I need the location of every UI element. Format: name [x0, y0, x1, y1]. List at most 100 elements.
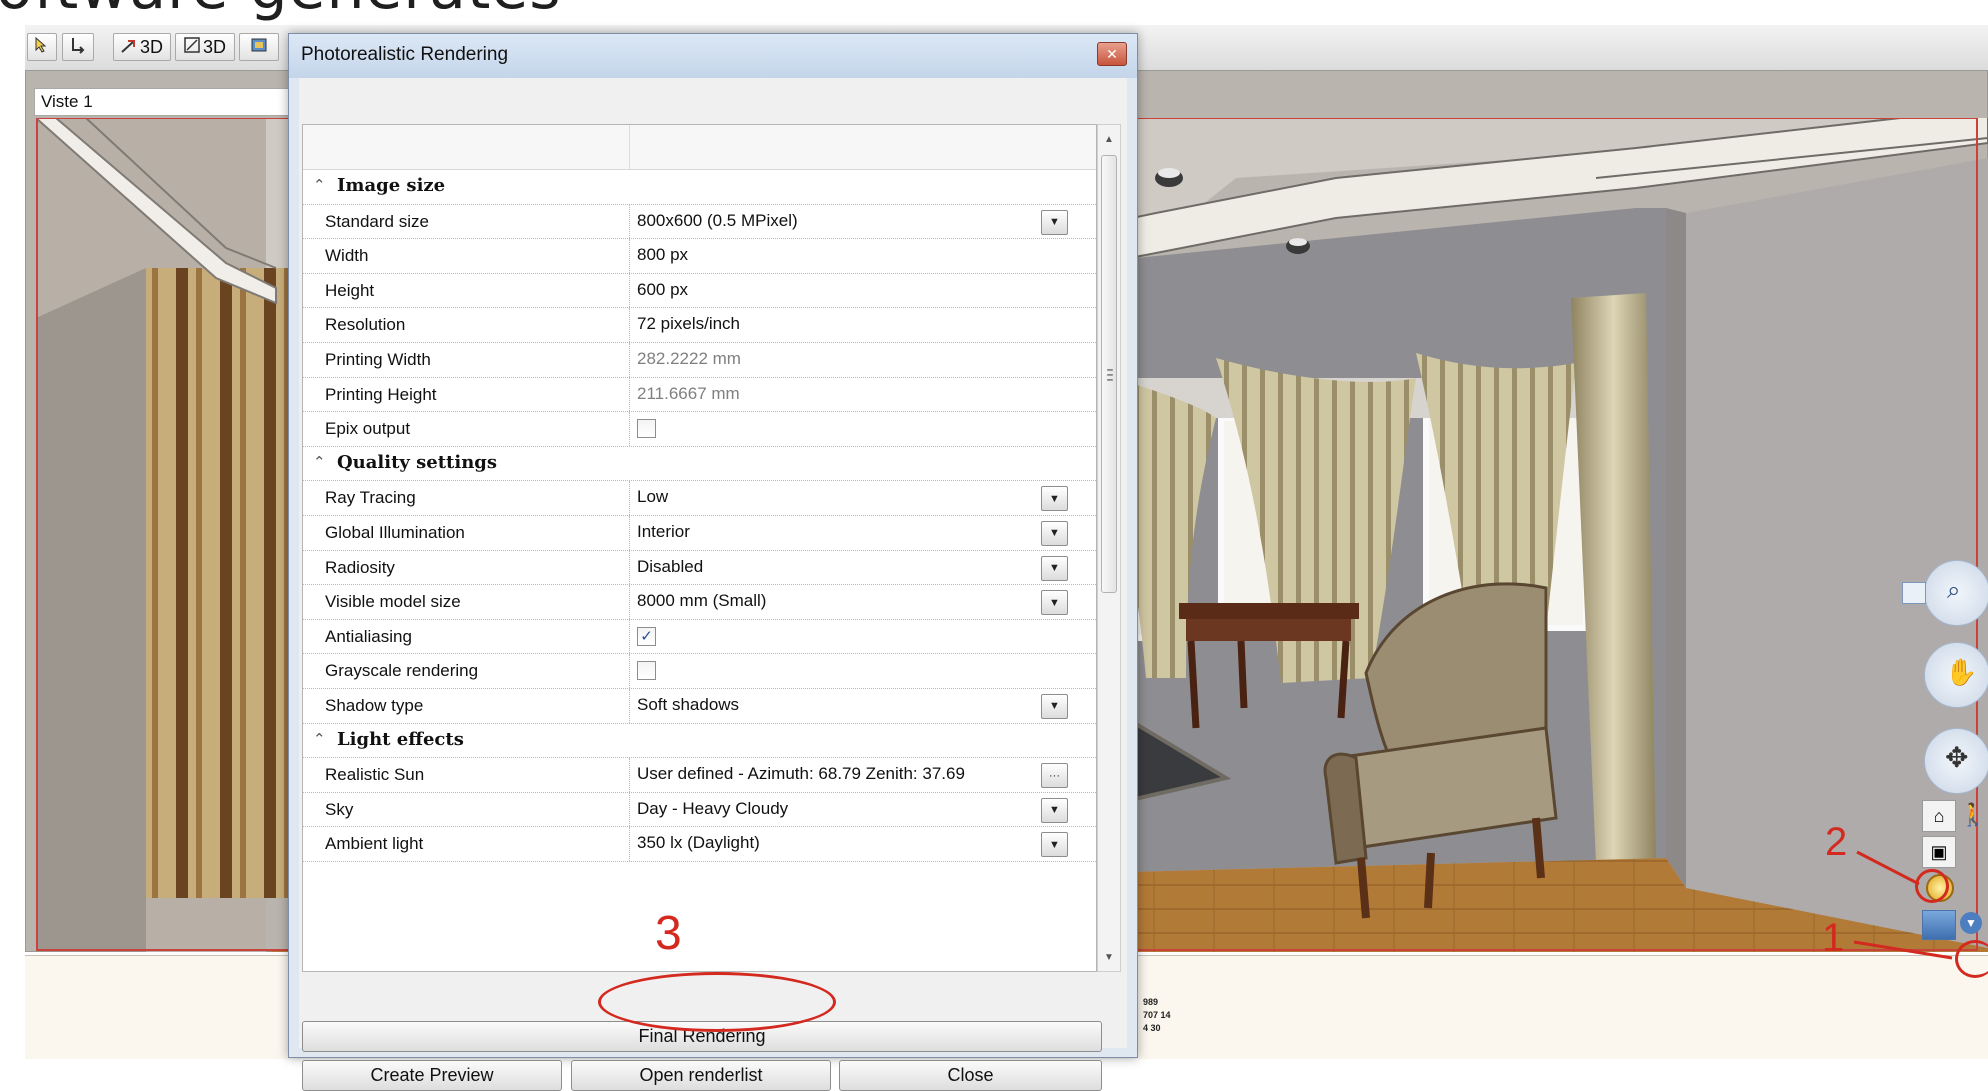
- dialog-titlebar[interactable]: Photorealistic Rendering ✕: [289, 34, 1137, 78]
- property-name: Shadow type: [325, 695, 424, 715]
- property-value[interactable]: Low: [637, 487, 668, 507]
- plan-label: 707 14: [1143, 1010, 1171, 1020]
- chevron-down-icon: ▼: [1049, 562, 1060, 575]
- hand-icon: ✋: [1945, 657, 1978, 687]
- property-value[interactable]: 800 px: [637, 245, 688, 265]
- property-value[interactable]: Soft shadows: [637, 695, 739, 715]
- elevation-icon: [69, 36, 87, 59]
- property-row: Ambient light 350 lx (Daylight) ▼: [303, 827, 1096, 862]
- property-name: Height: [325, 280, 375, 300]
- slide-title: oftware generates: [0, 0, 562, 18]
- plan-label: 989: [1143, 997, 1159, 1007]
- render-settings-button[interactable]: [239, 33, 279, 61]
- chevron-down-icon: ▼: [1049, 596, 1060, 609]
- select-arrow-button[interactable]: [27, 33, 57, 61]
- dropdown-button[interactable]: ▼: [1041, 486, 1068, 512]
- property-row: Antialiasing ✓: [303, 619, 1096, 655]
- property-name: Standard size: [325, 211, 429, 231]
- collapse-chevron-icon[interactable]: ⌃: [313, 730, 326, 748]
- dialog-close-button[interactable]: ✕: [1097, 42, 1127, 66]
- ellipsis-icon: ···: [1049, 769, 1060, 782]
- 3d-box-button[interactable]: 3D: [175, 33, 235, 61]
- dropdown-button[interactable]: ▼: [1041, 590, 1068, 616]
- dialog-title: Photorealistic Rendering: [301, 44, 509, 65]
- view-tab[interactable]: Viste 1: [34, 88, 314, 116]
- pan-wheel[interactable]: ✋: [1924, 642, 1988, 708]
- property-row: Printing Height 211.6667 mm: [303, 377, 1096, 413]
- property-name: Global Illumination: [325, 522, 465, 542]
- property-row: Epix output: [303, 412, 1096, 447]
- property-value: 282.2222 mm: [637, 348, 741, 368]
- section-header[interactable]: ⌃ Quality settings: [303, 446, 1096, 482]
- close-icon: ✕: [1106, 45, 1118, 62]
- property-value[interactable]: Disabled: [637, 557, 703, 577]
- image-icon: [250, 36, 268, 59]
- property-value[interactable]: 600 px: [637, 280, 688, 300]
- walk-icon: 🚶: [1959, 802, 1987, 827]
- section-header[interactable]: ⌃ Light effects: [303, 723, 1096, 759]
- open-renderlist-button[interactable]: Open renderlist: [571, 1060, 831, 1091]
- property-value[interactable]: Day - Heavy Cloudy: [637, 799, 788, 819]
- property-name: Resolution: [325, 315, 406, 335]
- property-row: Visible model size 8000 mm (Small) ▼: [303, 585, 1096, 620]
- collapse-chevron-icon[interactable]: ⌃: [313, 453, 326, 471]
- 3d-arrow-icon: [121, 37, 137, 58]
- annotation-number-2: 2: [1825, 820, 1848, 864]
- property-name: Epix output: [325, 419, 411, 439]
- property-checkbox[interactable]: ✓: [637, 626, 656, 646]
- chevron-up-icon: ▲: [1104, 133, 1114, 145]
- scroll-down-button[interactable]: ▼: [1098, 945, 1120, 969]
- scrollbar-thumb[interactable]: ━ ━ ━: [1101, 155, 1117, 593]
- property-row: Printing Width 282.2222 mm: [303, 342, 1096, 378]
- property-name: Width: [325, 246, 369, 266]
- render-window-button[interactable]: [1922, 910, 1956, 940]
- zoom-extents-button[interactable]: [1902, 582, 1926, 604]
- elevation-button[interactable]: [62, 33, 94, 61]
- 3d-view-button[interactable]: 3D: [113, 33, 171, 61]
- chevron-down-icon: ▼: [1049, 527, 1060, 540]
- property-checkbox[interactable]: [637, 661, 656, 681]
- property-value[interactable]: User defined - Azimuth: 68.79 Zenith: 37…: [637, 764, 965, 784]
- create-preview-button[interactable]: Create Preview: [302, 1060, 562, 1091]
- close-button[interactable]: Close: [839, 1060, 1102, 1091]
- zoom-wheel[interactable]: ⌕: [1924, 560, 1988, 626]
- select-arrow-icon: [33, 36, 51, 59]
- property-name: Antialiasing: [325, 626, 412, 646]
- property-value[interactable]: 72 pixels/inch: [637, 314, 740, 334]
- property-checkbox[interactable]: [637, 419, 656, 439]
- section-title: Light effects: [337, 728, 464, 750]
- property-value[interactable]: 8000 mm (Small): [637, 591, 766, 611]
- plan-dimension-labels: 989 707 14 4 30: [1143, 996, 1171, 1035]
- dropdown-button[interactable]: ▼: [1041, 832, 1068, 858]
- collapse-chevron-icon[interactable]: ⌃: [313, 176, 326, 194]
- home-view-button[interactable]: ⌂: [1922, 800, 1956, 832]
- dialog-body: ⌃ Image size Standard size 800x600 (0.5 MPi…: [299, 78, 1127, 1091]
- scroll-up-button[interactable]: ▲: [1098, 127, 1120, 151]
- property-value[interactable]: 350 lx (Daylight): [637, 833, 760, 853]
- photorealistic-rendering-dialog: Photorealistic Rendering ✕ ⌃ Image size St…: [288, 33, 1138, 1091]
- property-value[interactable]: 800x600 (0.5 MPixel): [637, 211, 798, 231]
- dropdown-button[interactable]: ▼: [1041, 555, 1068, 581]
- annotation-number-1: 1: [1822, 916, 1845, 960]
- walk-mode-button[interactable]: 🚶: [1958, 800, 1988, 830]
- chevron-down-icon: ▼: [1049, 700, 1060, 713]
- dropdown-button[interactable]: ▼: [1041, 520, 1068, 546]
- dropdown-button[interactable]: ▼: [1041, 209, 1068, 235]
- property-name: Grayscale rendering: [325, 661, 479, 681]
- ellipsis-button[interactable]: ···: [1041, 763, 1068, 789]
- property-value[interactable]: Interior: [637, 522, 690, 542]
- 3d-box-label: 3D: [202, 36, 226, 57]
- 3d-box-icon: [184, 36, 200, 58]
- orbit-wheel[interactable]: ✥: [1924, 728, 1988, 794]
- more-options-button[interactable]: ▼: [1960, 912, 1982, 934]
- property-name: Ray Tracing: [325, 488, 416, 508]
- property-grid-scrollbar[interactable]: ▲ ━ ━ ━ ▼: [1097, 124, 1121, 972]
- section-header[interactable]: ⌃ Image size: [303, 170, 1096, 205]
- property-row: Global Illumination Interior ▼: [303, 515, 1096, 551]
- chevron-down-icon: ▼: [1104, 951, 1114, 963]
- dropdown-button[interactable]: ▼: [1041, 693, 1068, 719]
- annotation-number-3: 3: [655, 907, 682, 960]
- property-row: Height 600 px: [303, 273, 1096, 309]
- dropdown-button[interactable]: ▼: [1041, 797, 1068, 823]
- box-view-button[interactable]: ▣: [1922, 836, 1956, 868]
